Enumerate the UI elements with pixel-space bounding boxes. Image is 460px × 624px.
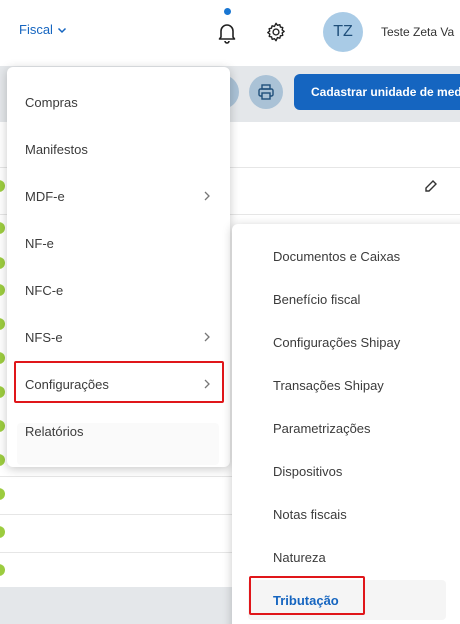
- menu-item-label: NF-e: [25, 235, 54, 251]
- menu-item-label: Manifestos: [25, 141, 88, 157]
- edit-icon[interactable]: [424, 179, 438, 193]
- module-selector[interactable]: Fiscal: [19, 22, 67, 37]
- submenu-item-tributacao[interactable]: Tributação: [232, 580, 460, 620]
- submenu-item-parametrizacoes[interactable]: Parametrizações: [232, 408, 460, 448]
- more-icon[interactable]: ⋮: [456, 180, 460, 193]
- submenu-item-configuracoes-shipay[interactable]: Configurações Shipay: [232, 322, 460, 362]
- menu-item-compras[interactable]: Compras: [7, 82, 230, 122]
- menu-item-nfce[interactable]: NFC-e: [7, 270, 230, 310]
- submenu-item-label: Natureza: [273, 549, 326, 565]
- submenu-item-dispositivos[interactable]: Dispositivos: [232, 451, 460, 491]
- submenu-item-label: Documentos e Caixas: [273, 248, 401, 264]
- chevron-down-icon: [57, 27, 66, 33]
- menu-item-label: Configurações: [25, 376, 109, 392]
- submenu-item-label: Tributação: [273, 592, 339, 608]
- bell-icon[interactable]: [215, 20, 239, 44]
- submenu-item-documentos-caixas[interactable]: Documentos e Caixas: [232, 236, 460, 276]
- submenu-item-natureza[interactable]: Natureza: [232, 537, 460, 577]
- menu-item-relatorios[interactable]: Relatórios: [7, 411, 230, 451]
- avatar[interactable]: TZ: [323, 12, 363, 52]
- menu-item-label: MDF-e: [25, 188, 65, 204]
- submenu-item-transacoes-shipay[interactable]: Transações Shipay: [232, 365, 460, 405]
- menu-item-configuracoes[interactable]: Configurações: [7, 364, 230, 404]
- submenu-item-label: Benefício fiscal: [273, 291, 361, 307]
- submenu-item-label: Configurações Shipay: [273, 334, 401, 350]
- menu-item-label: Compras: [25, 94, 78, 110]
- status-dot: [0, 318, 5, 330]
- menu-item-label: NFC-e: [25, 282, 64, 298]
- configuracoes-submenu: Documentos e Caixas Benefício fiscal Con…: [232, 224, 460, 624]
- submenu-item-label: Transações Shipay: [273, 377, 384, 393]
- notification-dot: [224, 8, 231, 15]
- register-unit-button[interactable]: Cadastrar unidade de med: [294, 74, 460, 110]
- menu-item-nfe[interactable]: NF-e: [7, 223, 230, 263]
- gear-icon[interactable]: [265, 21, 287, 43]
- register-unit-label: Cadastrar unidade de med: [311, 85, 460, 99]
- menu-item-manifestos[interactable]: Manifestos: [7, 129, 230, 169]
- status-dot: [0, 526, 5, 538]
- status-dot: [0, 420, 5, 432]
- status-dot: [0, 352, 5, 364]
- menu-item-label: Relatórios: [25, 423, 84, 439]
- status-dot: [0, 564, 5, 576]
- menu-item-label: NFS-e: [25, 329, 63, 345]
- status-dot: [0, 488, 5, 500]
- print-button[interactable]: [249, 75, 283, 109]
- status-dot: [0, 454, 5, 466]
- chevron-right-icon: [204, 332, 210, 342]
- status-dot: [0, 222, 5, 234]
- top-bar: Fiscal TZ Teste Zeta Va: [0, 0, 460, 66]
- status-dot: [0, 284, 5, 296]
- menu-item-mdfe[interactable]: MDF-e: [7, 176, 230, 216]
- avatar-initials: TZ: [333, 23, 353, 40]
- submenu-item-label: Dispositivos: [273, 463, 343, 479]
- menu-item-nfse[interactable]: NFS-e: [7, 317, 230, 357]
- status-dot: [0, 386, 5, 398]
- printer-icon: [258, 84, 274, 100]
- submenu-item-label: Notas fiscais: [273, 506, 347, 522]
- fiscal-menu: Compras Manifestos MDF-e NF-e NFC-e NFS-…: [7, 67, 230, 467]
- module-label: Fiscal: [19, 22, 53, 37]
- status-dot: [0, 180, 5, 192]
- status-dot: [0, 257, 5, 269]
- chevron-right-icon: [204, 191, 210, 201]
- submenu-item-notas-fiscais[interactable]: Notas fiscais: [232, 494, 460, 534]
- submenu-item-label: Parametrizações: [273, 420, 371, 436]
- user-name[interactable]: Teste Zeta Va: [381, 25, 454, 39]
- chevron-right-icon: [204, 379, 210, 389]
- submenu-item-beneficio-fiscal[interactable]: Benefício fiscal: [232, 279, 460, 319]
